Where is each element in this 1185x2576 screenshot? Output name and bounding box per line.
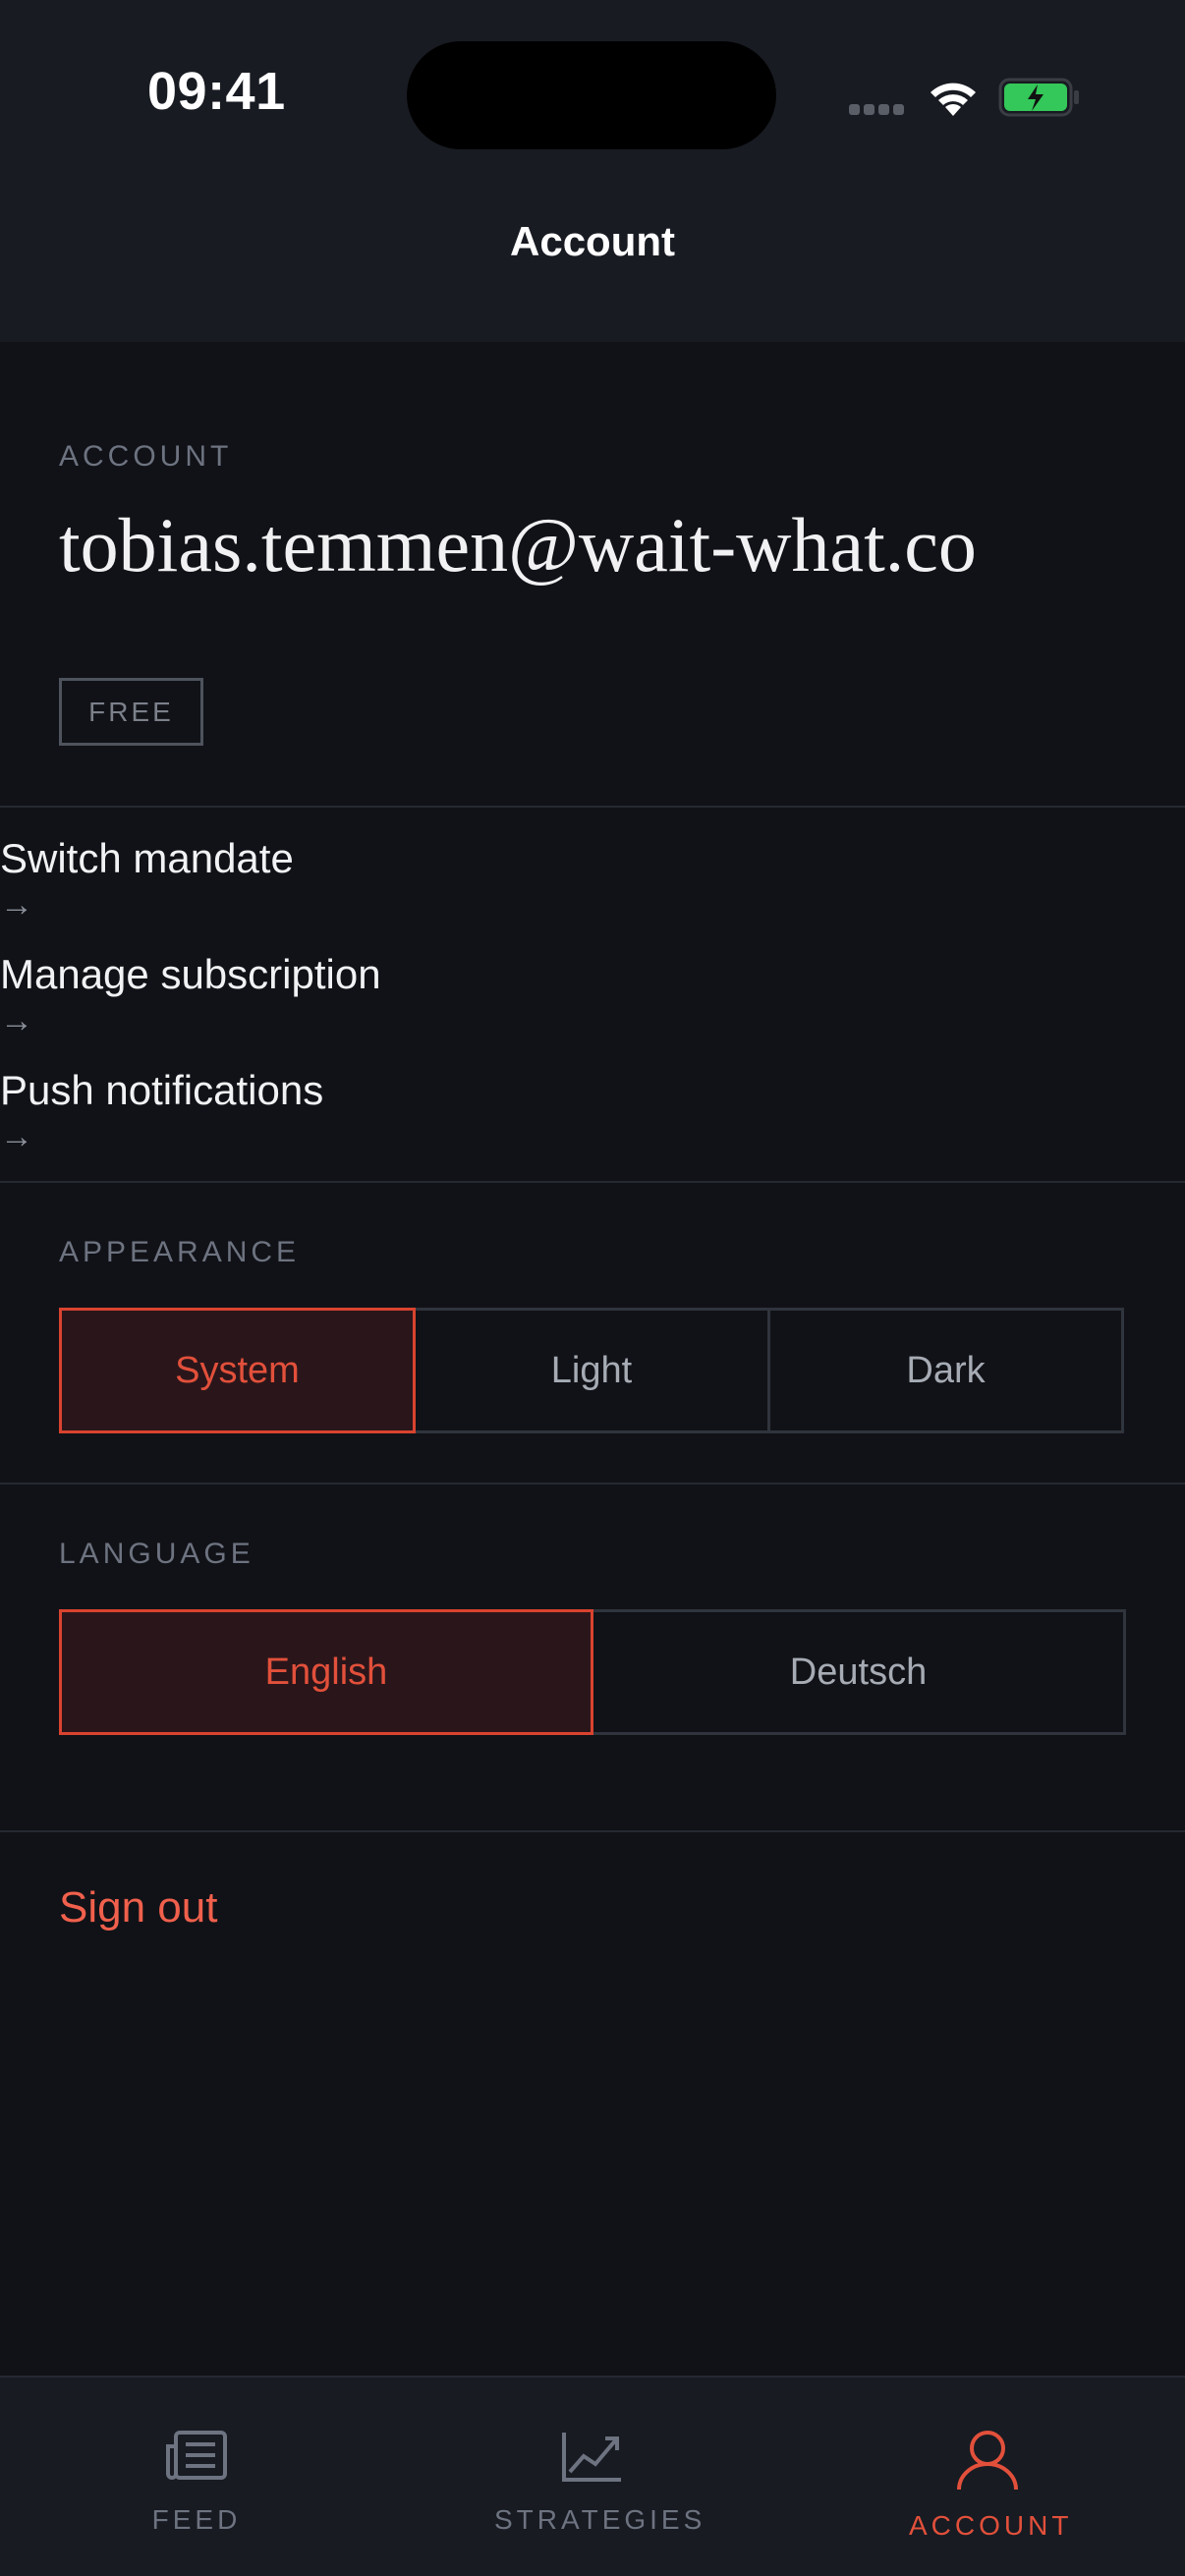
menu-item-label: Switch mandate <box>0 835 294 881</box>
tab-label: FEED <box>151 2504 242 2535</box>
menu-item-push-notifications[interactable]: Push notifications → <box>0 1067 323 1156</box>
status-bar: 09:41 <box>0 0 1185 187</box>
wifi-icon <box>926 77 981 123</box>
language-option-english[interactable]: English <box>59 1609 593 1735</box>
account-section-label: ACCOUNT <box>59 440 233 473</box>
menu-item-label: Manage subscription <box>0 951 381 997</box>
menu-item-label: Push notifications <box>0 1067 324 1113</box>
sign-out-button[interactable]: Sign out <box>59 1883 217 1932</box>
language-segmented-control: English Deutsch <box>59 1609 1126 1735</box>
tab-label: STRATEGIES <box>494 2504 706 2535</box>
plan-badge: FREE <box>59 678 203 746</box>
account-email: tobias.temmen@wait-what.co <box>59 502 977 588</box>
tab-strategies[interactable]: STRATEGIES <box>494 2427 706 2536</box>
menu-item-manage-subscription[interactable]: Manage subscription → <box>0 951 381 1040</box>
cellular-signal-icon <box>849 102 908 120</box>
arrow-right-icon: → <box>0 1002 33 1039</box>
tab-label: ACCOUNT <box>909 2510 1073 2541</box>
tab-bar: FEED STRATEGIES ACCOUNT <box>0 2376 1185 2576</box>
appearance-option-dark[interactable]: Dark <box>767 1308 1124 1433</box>
appearance-segmented-control: System Light Dark <box>59 1308 1124 1433</box>
chart-line-icon <box>558 2433 627 2490</box>
appearance-option-light[interactable]: Light <box>413 1308 770 1433</box>
battery-charging-icon <box>998 77 1081 123</box>
arrow-right-icon: → <box>0 886 33 924</box>
tab-account[interactable]: ACCOUNT <box>909 2427 1073 2542</box>
page-title: Account <box>510 218 675 264</box>
dynamic-island <box>407 41 776 149</box>
divider <box>0 1483 1185 1484</box>
user-icon <box>953 2431 1022 2495</box>
language-option-deutsch[interactable]: Deutsch <box>591 1609 1126 1735</box>
newspaper-icon <box>162 2431 231 2490</box>
appearance-section-label: APPEARANCE <box>59 1236 301 1268</box>
menu-item-switch-mandate[interactable]: Switch mandate → <box>0 835 294 924</box>
arrow-right-icon: → <box>0 1118 33 1155</box>
divider <box>0 1830 1185 1832</box>
tab-feed[interactable]: FEED <box>147 2427 246 2536</box>
language-section-label: LANGUAGE <box>59 1538 254 1570</box>
appearance-option-system[interactable]: System <box>59 1308 416 1433</box>
status-time: 09:41 <box>147 62 286 121</box>
divider <box>0 806 1185 808</box>
divider <box>0 1181 1185 1183</box>
